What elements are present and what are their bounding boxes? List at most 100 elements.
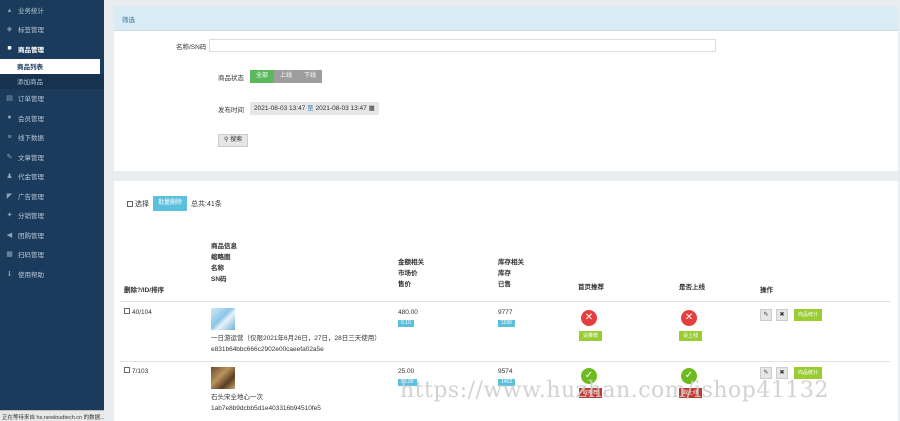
- filter-header: 筛选: [114, 6, 898, 31]
- header-actions: 操作: [760, 287, 773, 294]
- edit-icon[interactable]: ✎: [760, 309, 772, 321]
- header-stock: 库存相关 库存 已售: [498, 257, 524, 290]
- header-stock-line: 已售: [498, 281, 511, 288]
- name-sn-input[interactable]: [209, 39, 717, 52]
- cart-icon: ▤: [6, 95, 13, 103]
- nav-item-scan[interactable]: ▦ 扫码管理: [0, 245, 104, 265]
- search-icon: ⚲: [224, 137, 229, 143]
- nav-item-help[interactable]: ℹ 使用帮助: [0, 264, 104, 284]
- home-not-recommended-icon: ✕: [581, 310, 597, 326]
- nav-label: 线下数据: [18, 135, 44, 143]
- sale-price-badge: 0.10: [398, 320, 414, 327]
- browser-status-bar: 正在等待来自 hs.newloudtech.cn 的数据...: [0, 410, 104, 421]
- name-filter-label: 名称/SN码: [176, 43, 207, 51]
- rewind-icon: ◀: [6, 231, 13, 239]
- boxes-icon: ■: [7, 45, 12, 53]
- nav-item-products[interactable]: ■ 商品管理: [0, 39, 104, 59]
- search-button[interactable]: ⚲ 搜索: [218, 134, 249, 147]
- chart-icon: ▴: [7, 6, 12, 14]
- search-button-label: 搜索: [230, 137, 243, 143]
- header-divider: [120, 301, 890, 302]
- nav-item-members[interactable]: ● 会员管理: [0, 108, 104, 128]
- market-price: 480.00: [398, 309, 418, 316]
- nav-item-offline[interactable]: ≡ 线下数据: [0, 128, 104, 148]
- header-price-line: 市场价: [398, 270, 418, 277]
- set-recommend-button[interactable]: 设推荐: [579, 331, 603, 341]
- date-separator: 至: [307, 105, 314, 112]
- batch-delete-button[interactable]: 批量删除: [153, 196, 188, 211]
- date-filter-row: 发布时间 2021-08-03 13:47 至 2021-08-03 13:47…: [218, 102, 379, 115]
- nav-label: 代金管理: [18, 174, 44, 182]
- nav-item-vouchers[interactable]: ♟ 代金管理: [0, 167, 104, 187]
- sidebar: ▴ 业务统计 ◈ 标签管理 ■ 商品管理 商品列表 添加商品 ▤ 订单管理 ● 会员管理 …: [0, 0, 104, 421]
- grid-icon: ▦: [6, 251, 13, 259]
- header-online: 是否上线: [679, 284, 705, 291]
- header-stock-line: 库存: [498, 270, 511, 277]
- header-price-line: 金额相关: [398, 259, 424, 266]
- total-count: 总共:41条: [191, 200, 222, 208]
- table-row-id: 40/104: [124, 308, 152, 317]
- header-product-line: 商品信息: [211, 243, 237, 250]
- product-name: 一日游运营（仅限2021年6月26日，27日，28日三天使用）: [211, 335, 381, 342]
- nav-label: 扫码管理: [18, 252, 44, 260]
- header-product-line: 名称: [211, 265, 224, 272]
- sold-badge: 1199: [498, 320, 515, 327]
- stock-count: 9777: [498, 309, 513, 316]
- sidebar-subitem-product-list[interactable]: 商品列表: [0, 58, 104, 74]
- select-all-label: 选择: [135, 200, 149, 208]
- nav-label: 使用帮助: [18, 271, 44, 279]
- nav-label: 分销管理: [18, 213, 44, 221]
- state-filter-row: 商品状态 全部 上线 下线: [218, 70, 323, 83]
- calendar-icon: ▦: [368, 105, 375, 112]
- header-product-line: 缩略图: [211, 254, 231, 261]
- date-to: 2021-08-03 13:47: [315, 105, 367, 112]
- select-all-checkbox[interactable]: [127, 200, 133, 207]
- sale-price: 0.10: [398, 318, 414, 327]
- nav-item-orders[interactable]: ▤ 订单管理: [0, 89, 104, 109]
- product-sn: 1ab7e8b9dcbb5d1e403316b94510fe5: [211, 405, 321, 412]
- users-icon: ●: [7, 114, 12, 122]
- pen-icon: ✎: [6, 153, 13, 161]
- nav-item-articles[interactable]: ✎ 文章管理: [0, 147, 104, 167]
- row-id: 7/103: [132, 368, 149, 375]
- nav-label: 标签管理: [18, 27, 44, 35]
- sold-count: 1199: [498, 318, 515, 327]
- state-option-online[interactable]: 上线: [274, 70, 299, 83]
- header-price-line: 售价: [398, 281, 411, 288]
- header-product: 商品信息 缩略图 名称 SN码: [211, 241, 237, 285]
- row-divider: [120, 361, 890, 362]
- nav-label: 商品管理: [18, 46, 44, 54]
- main-content: 筛选 名称/SN码 商品状态 全部 上线 下线 发布时间 2021-08-03 …: [104, 0, 900, 421]
- row-checkbox[interactable]: [124, 367, 130, 373]
- date-range-picker[interactable]: 2021-08-03 13:47 至 2021-08-03 13:47 ▦: [250, 102, 379, 115]
- share-icon: ✦: [6, 212, 13, 220]
- product-thumbnail: [211, 367, 235, 389]
- offline-icon: ✕: [681, 310, 697, 326]
- set-online-button[interactable]: 设上线: [679, 331, 703, 341]
- filter-panel: 筛选 名称/SN码 商品状态 全部 上线 下线 发布时间 2021-08-03 …: [114, 6, 898, 171]
- list-toolbar: 选择 批量删除 总共:41条: [127, 196, 222, 211]
- row-checkbox[interactable]: [124, 308, 130, 314]
- state-option-all[interactable]: 全部: [250, 70, 275, 83]
- state-option-offline[interactable]: 下线: [298, 70, 323, 83]
- product-stats-button[interactable]: 商品统计: [794, 309, 823, 321]
- user-icon: ♟: [6, 173, 13, 181]
- delete-icon[interactable]: ✖: [776, 309, 788, 321]
- tag-icon: ◈: [6, 26, 13, 34]
- nav-item-groupbuy[interactable]: ◀ 团购管理: [0, 225, 104, 245]
- nav-item-ads[interactable]: ◤ 广告管理: [0, 186, 104, 206]
- nav-item-stats[interactable]: ▴ 业务统计: [0, 0, 104, 20]
- table-row-id: 7/103: [124, 367, 148, 376]
- state-filter-label: 商品状态: [218, 74, 244, 82]
- state-segmented-control: 全部 上线 下线: [250, 70, 323, 83]
- nav-label: 广告管理: [18, 193, 44, 201]
- nav-item-tags[interactable]: ◈ 标签管理: [0, 20, 104, 40]
- stock-count: 9574: [498, 368, 513, 375]
- nav-label: 业务统计: [18, 7, 44, 15]
- nav-item-distribution[interactable]: ✦ 分销管理: [0, 206, 104, 226]
- header-home-recommend: 首页推荐: [578, 284, 604, 291]
- header-stock-line: 库存相关: [498, 259, 524, 266]
- date-from: 2021-08-03 13:47: [254, 105, 306, 112]
- header-id: 删除?/ID/排序: [124, 287, 165, 294]
- sidebar-subitem-add-product[interactable]: 添加商品: [0, 73, 104, 89]
